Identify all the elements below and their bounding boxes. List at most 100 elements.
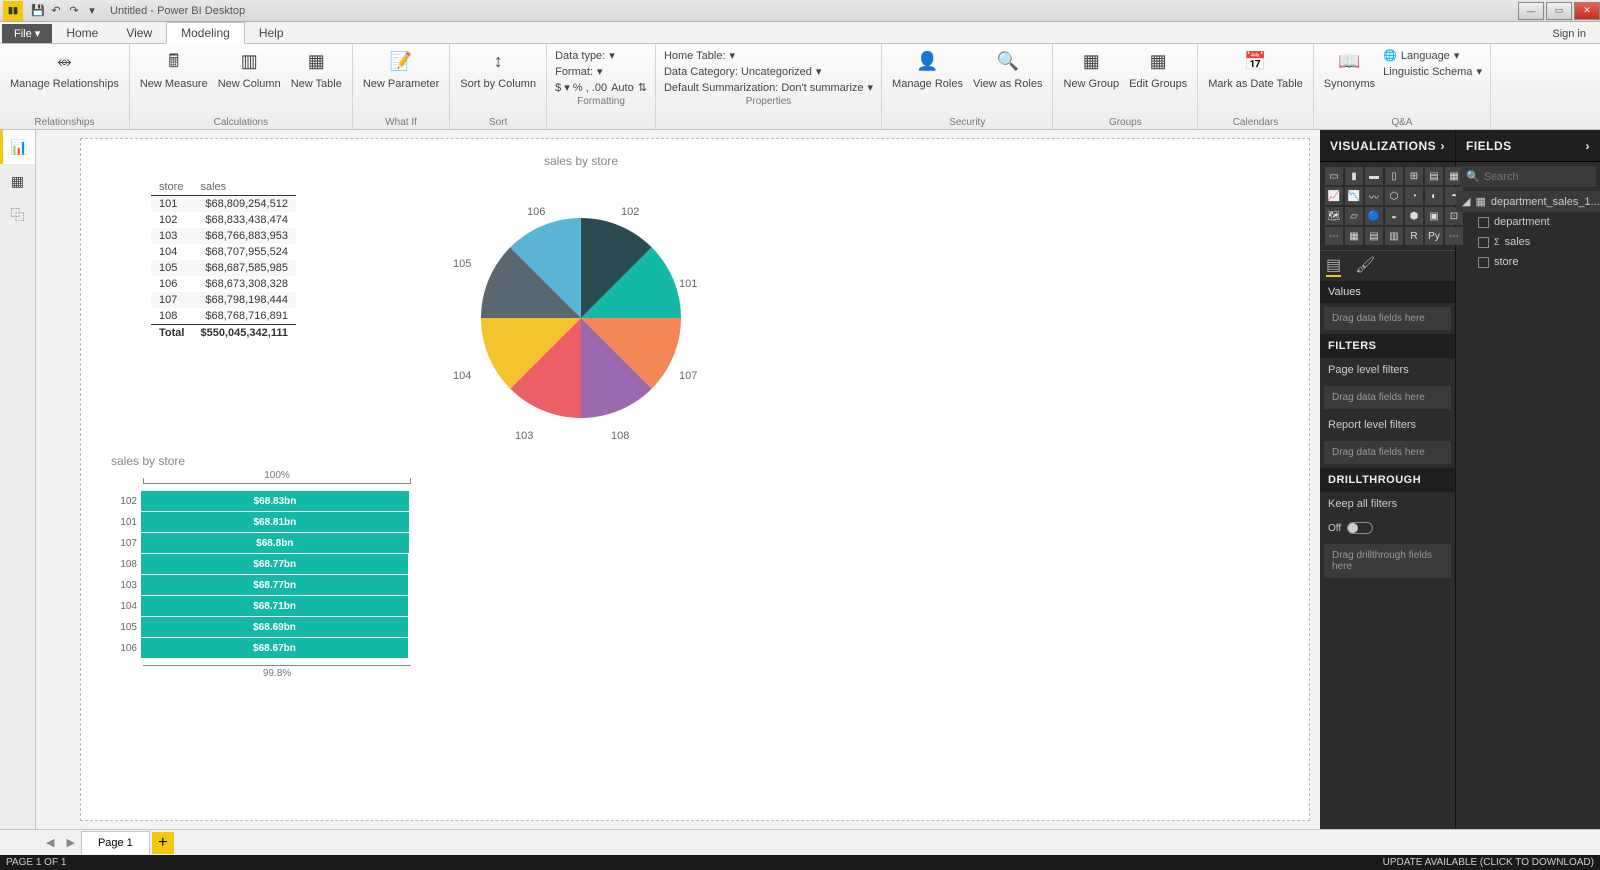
new-measure-button[interactable]: 🖩New Measure [136,46,212,116]
redo-icon[interactable]: ↷ [66,3,82,19]
field-store[interactable]: store [1456,252,1600,272]
viz-type-button[interactable]: ▣ [1425,207,1443,225]
new-parameter-button[interactable]: 📝New Parameter [359,46,443,116]
synonyms-button[interactable]: 📖Synonyms [1320,46,1379,116]
table-visual[interactable]: store sales 101$68,809,254,512102$68,833… [151,179,296,341]
bar-row[interactable]: 108$68.77bn [143,554,411,574]
bar-row[interactable]: 106$68.67bn [143,638,411,658]
default-summarization-dropdown[interactable]: Default Summarization: Don't summarize ▾ [662,80,875,95]
fields-table[interactable]: ◢ ▦ department_sales_1... [1456,191,1600,212]
checkbox[interactable] [1478,237,1489,248]
table-row[interactable]: 102$68,833,438,474 [151,212,296,228]
viz-type-button[interactable]: ⬢ [1405,207,1423,225]
pie-visual[interactable]: sales by store [391,154,771,458]
report-canvas[interactable]: store sales 101$68,809,254,512102$68,833… [80,138,1310,821]
search-input[interactable] [1484,171,1590,183]
page-tab-1[interactable]: Page 1 [81,831,150,854]
viz-type-button[interactable]: ▮ [1345,167,1363,185]
viz-type-button[interactable]: 📉 [1345,187,1363,205]
manage-relationships-button[interactable]: ⥈Manage Relationships [6,46,123,116]
format-dropdown[interactable]: Format: ▾ [553,64,649,79]
viz-type-button[interactable]: ▱ [1345,207,1363,225]
checkbox[interactable] [1478,257,1489,268]
language-dropdown[interactable]: 🌐 Language ▾ [1381,48,1484,63]
collapse-viz-icon[interactable]: › [1441,139,1446,153]
values-dropzone[interactable]: Drag data fields here [1324,307,1451,330]
viz-type-button[interactable]: 📈 [1325,187,1343,205]
tab-help[interactable]: Help [245,23,298,43]
datatype-dropdown[interactable]: Data type: ▾ [553,48,649,63]
fields-tab-icon[interactable]: ▤ [1326,255,1341,277]
table-row[interactable]: 107$68,798,198,444 [151,292,296,308]
minimize-button[interactable]: — [1518,2,1544,20]
bar-row[interactable]: 103$68.77bn [143,575,411,595]
add-page-button[interactable]: + [152,832,174,854]
undo-icon[interactable]: ↶ [48,3,64,19]
view-as-roles-button[interactable]: 🔍View as Roles [969,46,1047,116]
table-row[interactable]: 108$68,768,716,891 [151,308,296,325]
table-row[interactable]: 103$68,766,883,953 [151,228,296,244]
table-row[interactable]: 101$68,809,254,512 [151,196,296,213]
tab-home[interactable]: Home [52,23,112,43]
viz-type-button[interactable]: ◒ [1385,207,1403,225]
tab-view[interactable]: View [112,23,166,43]
viz-type-button[interactable]: ▤ [1425,167,1443,185]
viz-type-button[interactable]: ⊞ [1405,167,1423,185]
drillthrough-dropzone[interactable]: Drag drillthrough fields here [1324,544,1451,578]
table-header-sales[interactable]: sales [192,179,295,196]
save-icon[interactable]: 💾 [30,3,46,19]
viz-type-button[interactable]: ▭ [1325,167,1343,185]
table-row[interactable]: 104$68,707,955,524 [151,244,296,260]
edit-groups-button[interactable]: ▦Edit Groups [1125,46,1191,116]
manage-roles-button[interactable]: 👤Manage Roles [888,46,967,116]
bar-row[interactable]: 101$68.81bn [143,512,411,532]
qat-dropdown-icon[interactable]: ▾ [84,3,100,19]
fields-search[interactable]: 🔍 [1460,166,1596,187]
linguistic-schema-dropdown[interactable]: Linguistic Schema ▾ [1381,64,1484,79]
data-category-dropdown[interactable]: Data Category: Uncategorized ▾ [662,64,875,79]
maximize-button[interactable]: ▭ [1546,2,1572,20]
home-table-dropdown[interactable]: Home Table: ▾ [662,48,875,63]
data-view-button[interactable]: ▦ [0,164,35,198]
viz-type-button[interactable]: R [1405,227,1423,245]
sort-by-column-button[interactable]: ↕Sort by Column [456,46,540,116]
viz-type-button[interactable]: ▦ [1345,227,1363,245]
viz-type-button[interactable]: ⋯ [1325,227,1343,245]
viz-type-button[interactable]: ◐ [1425,187,1443,205]
viz-type-button[interactable]: ▬ [1365,167,1383,185]
mark-date-table-button[interactable]: 📅Mark as Date Table [1204,46,1307,116]
new-table-button[interactable]: ▦New Table [287,46,346,116]
file-menu[interactable]: File ▾ [2,24,52,43]
viz-type-button[interactable]: 〰 [1365,187,1383,205]
bar-row[interactable]: 102$68.83bn [143,491,411,511]
viz-type-button[interactable]: ▯ [1385,167,1403,185]
checkbox[interactable] [1478,217,1489,228]
bar-visual[interactable]: sales by store 100% 102$68.83bn101$68.81… [111,454,411,679]
field-department[interactable]: department [1456,212,1600,232]
report-filters-dropzone[interactable]: Drag data fields here [1324,441,1451,464]
table-row[interactable]: 106$68,673,308,328 [151,276,296,292]
page-filters-dropzone[interactable]: Drag data fields here [1324,386,1451,409]
table-row[interactable]: 105$68,687,585,985 [151,260,296,276]
sign-in-link[interactable]: Sign in [1538,25,1600,43]
status-update-link[interactable]: UPDATE AVAILABLE (CLICK TO DOWNLOAD) [1383,857,1594,868]
format-tab-icon[interactable]: 🖌 [1355,255,1375,277]
keep-filters-toggle[interactable] [1347,522,1373,534]
table-header-store[interactable]: store [151,179,192,196]
model-view-button[interactable]: ⿻ [0,198,35,232]
bar-row[interactable]: 105$68.69bn [143,617,411,637]
report-view-button[interactable]: 📊 [0,130,35,164]
viz-type-button[interactable]: Py [1425,227,1443,245]
viz-type-button[interactable]: ▤ [1365,227,1383,245]
prev-page-button[interactable]: ◀ [40,836,60,849]
format-options[interactable]: $ ▾ % , .00 Auto ⇅ [553,80,649,95]
collapse-fields-icon[interactable]: › [1586,139,1591,153]
next-page-button[interactable]: ▶ [60,836,80,849]
viz-type-button[interactable]: ◔ [1405,187,1423,205]
viz-type-button[interactable]: ⬡ [1385,187,1403,205]
viz-type-button[interactable]: ▥ [1385,227,1403,245]
field-sales[interactable]: Σsales [1456,232,1600,252]
bar-row[interactable]: 107$68.8bn [143,533,411,553]
tab-modeling[interactable]: Modeling [166,22,245,44]
new-column-button[interactable]: ▥New Column [214,46,285,116]
